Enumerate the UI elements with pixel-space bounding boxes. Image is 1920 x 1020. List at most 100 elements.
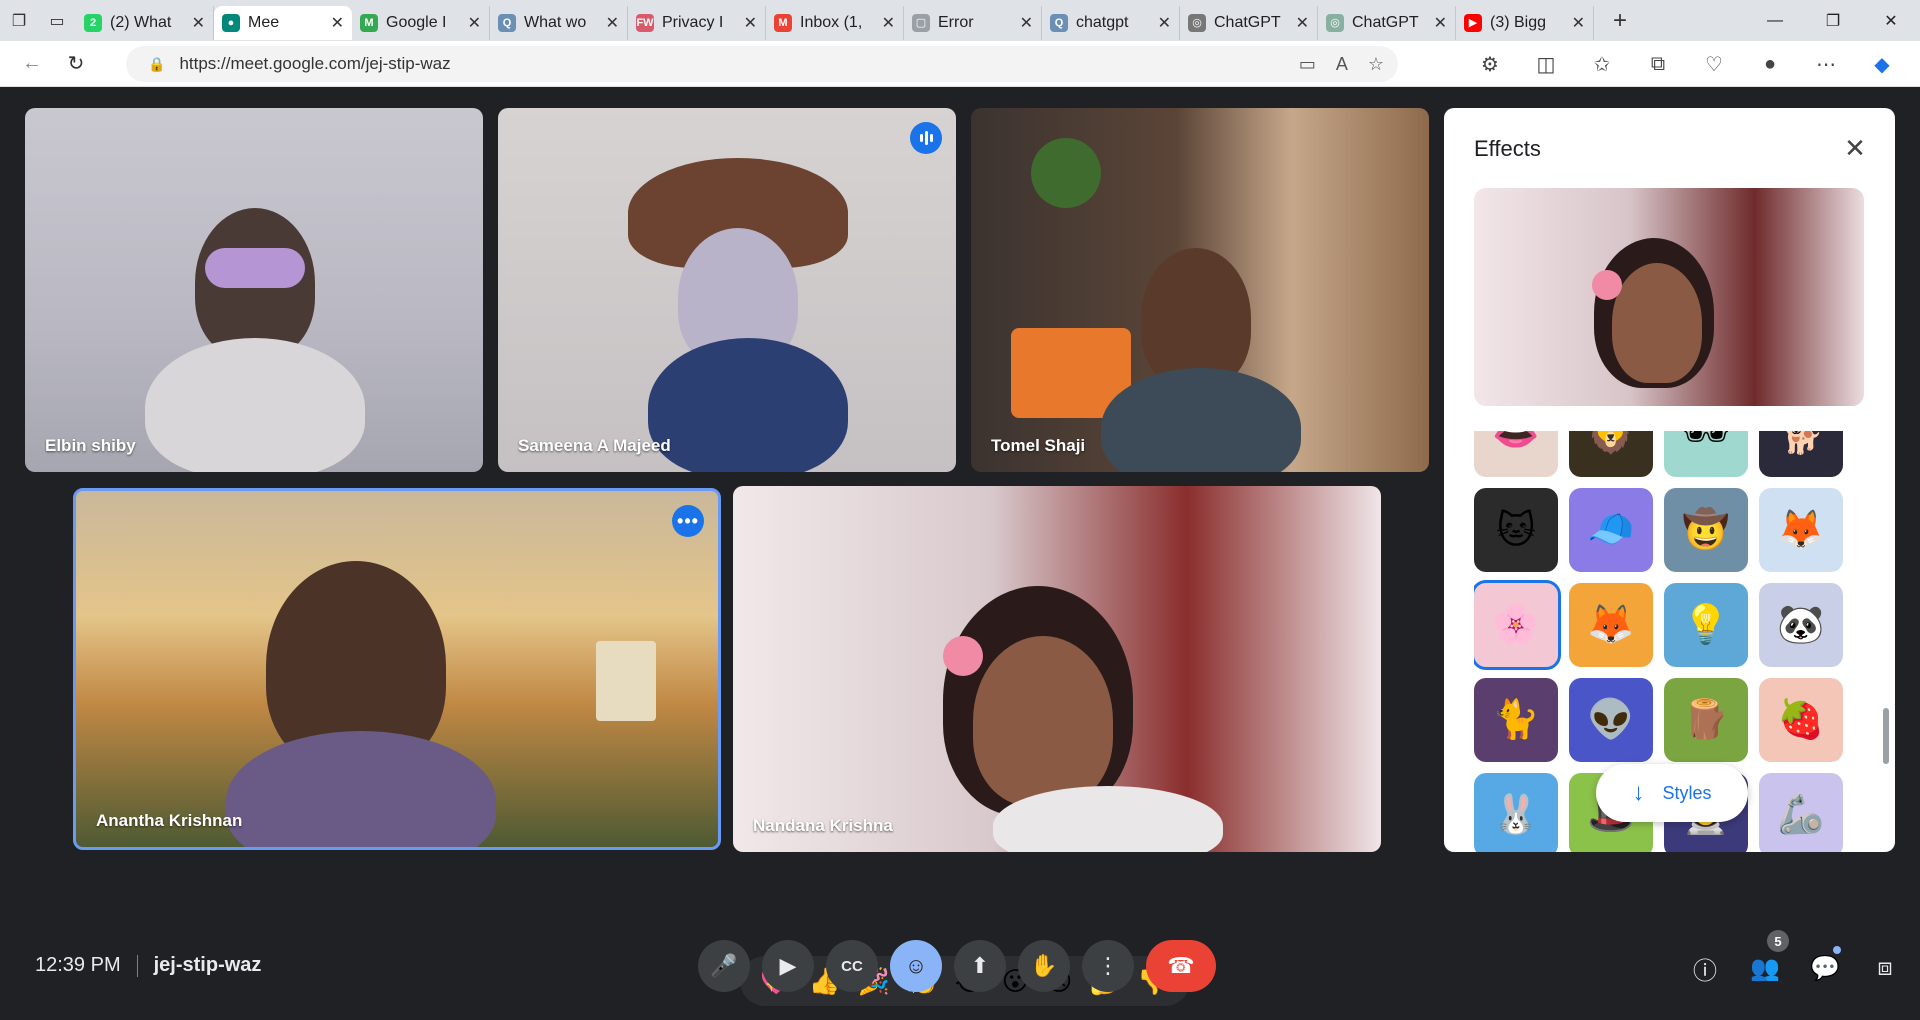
favorite-star-icon[interactable]: ☆ <box>1368 54 1384 75</box>
window-controls: — ❐ ✕ <box>1746 0 1920 41</box>
participant-tile[interactable]: Nandana Krishna <box>733 486 1381 852</box>
browser-tab[interactable]: M Inbox (1, ✕ <box>766 5 904 40</box>
tab-favicon-icon: Q <box>498 13 516 32</box>
participant-name: Anantha Krishnan <box>96 811 243 830</box>
tab-title: Error <box>938 13 974 31</box>
new-tab-button[interactable]: + <box>1600 4 1640 38</box>
copilot-icon[interactable]: ◆ <box>1854 41 1910 87</box>
participant-name: Nandana Krishna <box>753 816 893 835</box>
url-field[interactable]: 🔒 https://meet.google.com/jej-stip-waz ▭… <box>126 46 1398 82</box>
restore-icon[interactable]: ❐ <box>1804 0 1862 41</box>
participant-name: Sameena A Majeed <box>518 436 671 455</box>
participant-tile-pinned[interactable]: ••• Anantha Krishnan <box>73 488 721 850</box>
microphone-button[interactable]: 🎤 <box>698 940 750 992</box>
participant-tile[interactable]: Sameena A Majeed <box>498 108 956 472</box>
tab-favicon-icon: 2 <box>84 13 102 32</box>
participant-name: Tomel Shaji <box>991 436 1086 455</box>
meeting-details-button[interactable]: ⓘ <box>1675 942 1735 994</box>
tab-favicon-icon: M <box>360 13 378 32</box>
reactions-button[interactable]: ☺ <box>890 940 942 992</box>
browser-tab[interactable]: Qchatgpt ✕ <box>1042 5 1180 40</box>
browser-tab[interactable]: ▢ Error ✕ <box>904 5 1042 40</box>
black-cat-icon[interactable]: 🐈 <box>1474 678 1558 762</box>
browser-tab[interactable]: Q What wo ✕ <box>490 5 628 40</box>
minimize-icon[interactable]: — <box>1746 0 1804 41</box>
profile-icon[interactable]: ● <box>1742 41 1798 87</box>
browser-tab[interactable]: ◎ ChatGPT ✕ <box>1318 5 1456 40</box>
browser-tab[interactable]: ▶ (3) Bigg ✕ <box>1456 5 1594 40</box>
captions-button[interactable]: CC <box>826 940 878 992</box>
back-arrow-icon[interactable]: ← <box>10 44 54 84</box>
tab-favicon-icon: ▢ <box>912 13 930 32</box>
extensions-icon[interactable]: ⚙ <box>1462 41 1518 87</box>
tree-stump-icon[interactable]: 🪵 <box>1664 678 1748 762</box>
more-options-button[interactable]: ⋮ <box>1082 940 1134 992</box>
effects-title: Effects <box>1474 136 1541 161</box>
tab-title: Privacy I <box>662 13 724 31</box>
tab-close-icon[interactable]: ✕ <box>1296 13 1309 33</box>
browser-tab[interactable]: ● Mee ✕ <box>214 5 352 40</box>
browser-tab[interactable]: M Google I ✕ <box>352 5 490 40</box>
tab-close-icon[interactable]: ✕ <box>1434 13 1447 33</box>
browser-essentials-icon[interactable]: ♡ <box>1686 41 1742 87</box>
collections-icon[interactable]: ⧉ <box>1630 41 1686 87</box>
panda-icon[interactable]: 🐼 <box>1759 583 1843 667</box>
strawberry-icon[interactable]: 🍓 <box>1759 678 1843 762</box>
tab-close-icon[interactable]: ✕ <box>1158 13 1171 33</box>
leave-call-button[interactable]: ☎ <box>1146 940 1216 992</box>
effects-panel: Effects ✕ 👄🦁🕶🐕🐱🧢🤠🦊🌸🦊💡🐼🐈👽🪵🍓🐰🎩👨‍🚀🦾 ↓ Style… <box>1444 108 1895 852</box>
read-aloud-icon[interactable]: A <box>1336 54 1348 75</box>
split-screen-icon[interactable]: ◫ <box>1518 41 1574 87</box>
dog-face-icon[interactable]: 🐕 <box>1759 431 1843 477</box>
reload-icon[interactable]: ↻ <box>54 44 98 84</box>
tab-close-icon[interactable]: ✕ <box>468 13 481 33</box>
tab-close-icon[interactable]: ✕ <box>1572 13 1585 33</box>
effects-scrollbar[interactable] <box>1883 708 1889 764</box>
browser-toolbar: ⚙ ◫ ✩ ⧉ ♡ ● ⋯ ◆ <box>1462 41 1910 87</box>
flying-fox-icon[interactable]: 🦊 <box>1759 488 1843 572</box>
lion-face-icon[interactable]: 🦁 <box>1569 431 1653 477</box>
tab-title: ChatGPT <box>1352 13 1419 31</box>
workspaces-icon[interactable]: ❐ <box>0 4 38 38</box>
browser-tab[interactable]: FW Privacy I ✕ <box>628 5 766 40</box>
tile-more-options-icon[interactable]: ••• <box>672 505 704 537</box>
people-button[interactable]: 👥 5 <box>1735 930 1795 994</box>
cowboy-hat-icon[interactable]: 🤠 <box>1664 488 1748 572</box>
tab-close-icon[interactable]: ✕ <box>606 13 619 33</box>
camera-button[interactable]: ▶ <box>762 940 814 992</box>
alien-dome-icon[interactable]: 👽 <box>1569 678 1653 762</box>
chat-button[interactable]: 💬 <box>1795 942 1855 994</box>
tab-close-icon[interactable]: ✕ <box>192 13 205 33</box>
lightbulb-icon[interactable]: 💡 <box>1664 583 1748 667</box>
activities-button[interactable]: ⧈ <box>1855 942 1915 994</box>
tab-close-icon[interactable]: ✕ <box>331 13 344 33</box>
favorites-icon[interactable]: ✩ <box>1574 41 1630 87</box>
browser-tab[interactable]: 2 (2) What ✕ <box>76 5 214 40</box>
raise-hand-button[interactable]: ✋ <box>1018 940 1070 992</box>
present-screen-button[interactable]: ⬆ <box>954 940 1006 992</box>
cherry-blossom-icon[interactable]: 🌸 <box>1474 580 1561 670</box>
tab-title: chatgpt <box>1076 13 1129 31</box>
participant-tile[interactable]: Elbin shiby <box>25 108 483 472</box>
lips-face-icon[interactable]: 👄 <box>1474 431 1558 477</box>
cap-hat-icon[interactable]: 🧢 <box>1569 488 1653 572</box>
camera-in-use-icon[interactable]: ▭ <box>1299 54 1316 75</box>
tab-close-icon[interactable]: ✕ <box>744 13 757 33</box>
browser-tab[interactable]: ◎ ChatGPT ✕ <box>1180 5 1318 40</box>
settings-more-icon[interactable]: ⋯ <box>1798 41 1854 87</box>
close-icon[interactable]: ✕ <box>1837 130 1873 166</box>
tab-close-icon[interactable]: ✕ <box>1020 13 1033 33</box>
tab-title: ChatGPT <box>1214 13 1281 31</box>
sunglasses-icon[interactable]: 🕶 <box>1664 431 1748 477</box>
meeting-controls-bar: 12:39 PM jej-stip-waz 🎤 ▶ CC ☺ ⬆ ✋ ⋮ ☎ ⓘ… <box>5 930 1915 1020</box>
cat-face-icon[interactable]: 🐱 <box>1474 488 1558 572</box>
tab-close-icon[interactable]: ✕ <box>882 13 895 33</box>
rabbit-icon[interactable]: 🐰 <box>1474 773 1558 852</box>
robot-arm-icon[interactable]: 🦾 <box>1759 773 1843 852</box>
styles-button[interactable]: ↓ Styles <box>1596 764 1748 822</box>
fox-face-icon[interactable]: 🦊 <box>1569 583 1653 667</box>
participant-tile[interactable]: Tomel Shaji <box>971 108 1429 472</box>
lock-icon[interactable]: 🔒 <box>148 56 165 73</box>
close-window-icon[interactable]: ✕ <box>1862 0 1920 41</box>
tab-actions-icon[interactable]: ▭ <box>38 4 76 38</box>
